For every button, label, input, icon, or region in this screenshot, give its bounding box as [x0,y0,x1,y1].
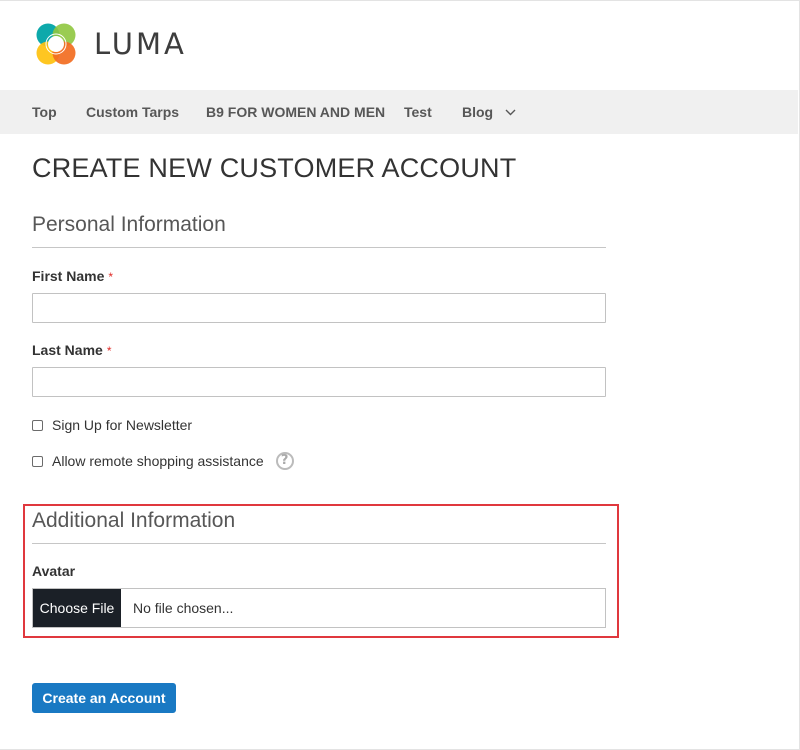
additional-information-divider [32,543,606,544]
avatar-file-input[interactable]: Choose File No file chosen... [32,588,606,628]
first-name-label-text: First Name [32,268,105,284]
create-account-button[interactable]: Create an Account [32,683,176,713]
main-navigation: Top Custom Tarps B9 FOR WOMEN AND MEN Te… [0,90,798,134]
nav-item-test[interactable]: Test [404,90,432,134]
page-title: CREATE NEW CUSTOMER ACCOUNT [32,153,517,183]
luma-logo-icon [36,23,76,65]
nav-item-label: B9 FOR WOMEN AND MEN [206,104,386,120]
site-header: LUMA [0,1,798,90]
nav-item-label: Top [32,104,57,120]
last-name-label: Last Name * [32,342,111,358]
last-name-field[interactable] [32,367,606,397]
chevron-down-icon [505,89,516,133]
nav-item-top[interactable]: Top [32,90,57,134]
newsletter-label[interactable]: Sign Up for Newsletter [52,417,192,433]
choose-file-button[interactable]: Choose File [33,589,121,627]
nav-item-blog[interactable]: Blog [462,90,516,134]
last-name-label-text: Last Name [32,342,103,358]
nav-item-b9-for-women-and-men[interactable]: B9 FOR WOMEN AND MEN [206,90,385,134]
remote-assistance-label[interactable]: Allow remote shopping assistance [52,453,264,469]
nav-item-label: Test [404,104,432,120]
file-status-text: No file chosen... [133,600,234,616]
additional-information-legend: Additional Information [32,509,236,532]
nav-item-custom-tarps[interactable]: Custom Tarps [86,90,179,134]
required-marker: * [106,344,112,358]
logo[interactable]: LUMA [32,19,187,69]
avatar-label: Avatar [32,563,76,579]
required-marker: * [108,270,114,284]
question-circle-icon[interactable]: ? [275,452,294,470]
personal-information-legend: Personal Information [32,213,226,236]
nav-item-label: Blog [462,104,494,120]
first-name-label: First Name * [32,268,113,284]
personal-information-divider [32,247,606,248]
remote-assistance-option: Allow remote shopping assistance ? [32,450,294,472]
first-name-field[interactable] [32,293,606,323]
logo-text: LUMA [94,27,187,61]
newsletter-checkbox[interactable] [32,419,43,431]
newsletter-option: Sign Up for Newsletter [32,416,192,434]
page: LUMA Top Custom Tarps B9 FOR WOMEN AND M… [0,0,800,750]
nav-item-label: Custom Tarps [86,104,180,120]
remote-assistance-checkbox[interactable] [32,455,43,467]
